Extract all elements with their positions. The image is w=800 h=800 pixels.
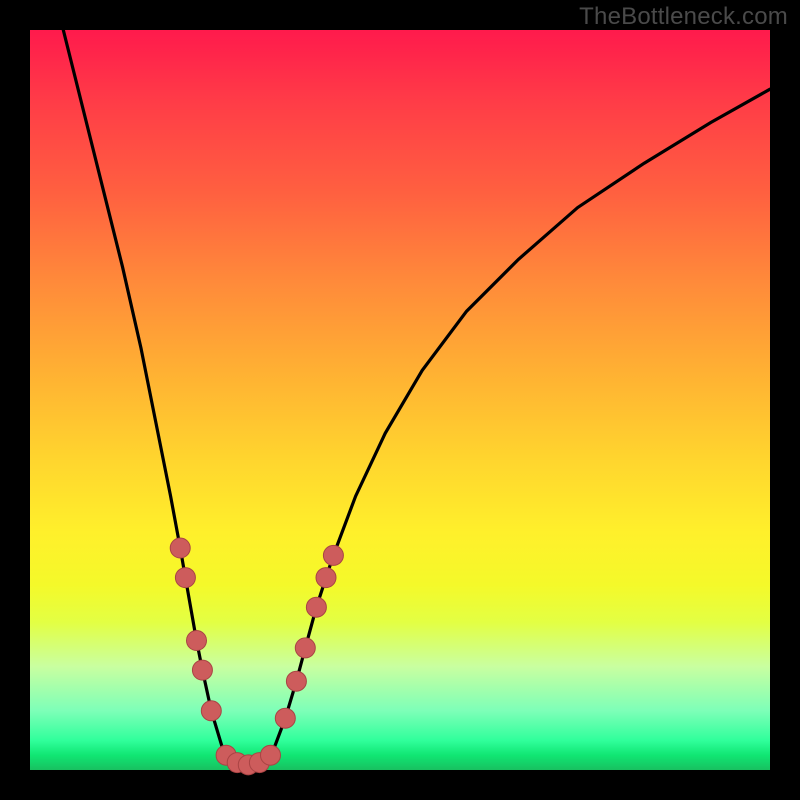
- data-point: [192, 660, 212, 680]
- data-point: [187, 631, 207, 651]
- highlighted-points: [170, 538, 343, 775]
- data-point: [275, 708, 295, 728]
- data-point: [175, 568, 195, 588]
- chart-svg: [30, 30, 770, 770]
- chart-frame: TheBottleneck.com: [0, 0, 800, 800]
- data-point: [261, 745, 281, 765]
- data-point: [323, 545, 343, 565]
- bottleneck-curve: [63, 30, 770, 766]
- data-point: [286, 671, 306, 691]
- data-point: [170, 538, 190, 558]
- data-point: [316, 568, 336, 588]
- watermark-text: TheBottleneck.com: [579, 3, 788, 31]
- data-point: [201, 701, 221, 721]
- plot-area: [30, 30, 770, 770]
- data-point: [306, 597, 326, 617]
- data-point: [295, 638, 315, 658]
